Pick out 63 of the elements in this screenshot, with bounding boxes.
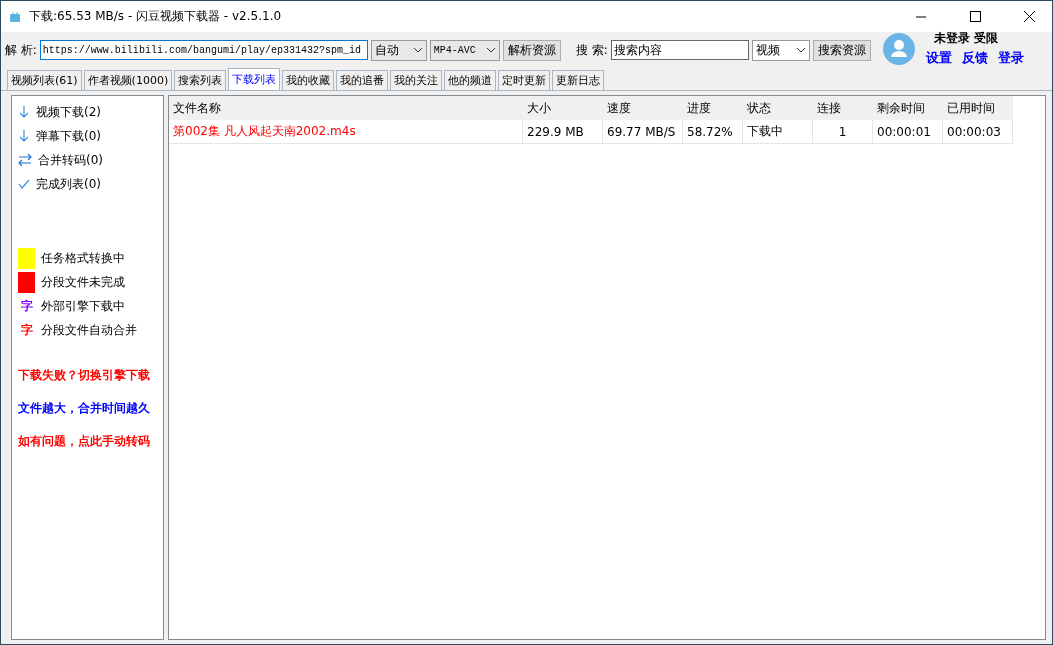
column-header[interactable]: 已用时间 (943, 96, 1013, 120)
legend-label: 分段文件未完成 (41, 273, 125, 291)
tab[interactable]: 他的频道 (444, 70, 497, 90)
sidebar-item[interactable]: 完成列表(0) (36, 175, 101, 193)
app-icon (9, 10, 21, 23)
legend-glyph: 字 (19, 297, 34, 315)
sidebar-item[interactable]: 合并转码(0) (38, 151, 103, 169)
tab[interactable]: 更新日志 (552, 70, 605, 90)
account-link[interactable]: 设置 (926, 49, 952, 67)
column-header[interactable]: 速度 (603, 96, 683, 120)
column-header[interactable]: 剩余时间 (873, 96, 943, 120)
tab[interactable]: 定时更新 (498, 70, 551, 90)
maximize-icon (969, 11, 981, 22)
down-arrow-icon (18, 105, 30, 119)
help-link[interactable]: 如有问题，点此手动转码 (18, 434, 150, 449)
sidebar-item[interactable]: 视频下载(2) (36, 103, 101, 121)
search-type-dropdown[interactable]: 视频 (751, 39, 810, 61)
down-arrow-icon (18, 129, 30, 143)
parse-label: 解 析: (5, 41, 37, 59)
table-cell: 58.72% (683, 120, 743, 144)
column-header[interactable]: 文件名称 (169, 96, 523, 120)
tab[interactable]: 我的关注 (390, 70, 443, 90)
table-cell: 第002集 凡人风起天南2002.m4s (169, 120, 523, 144)
legend-label: 分段文件自动合并 (41, 321, 137, 339)
column-header[interactable]: 大小 (523, 96, 603, 120)
column-header[interactable]: 进度 (683, 96, 743, 120)
column-header[interactable]: 状态 (743, 96, 813, 120)
close-icon (1023, 11, 1035, 22)
account-link[interactable]: 登录 (998, 49, 1024, 67)
tab[interactable]: 视频列表(61) (7, 70, 82, 90)
window-title: 下载:65.53 MB/s - 闪豆视频下载器 - v2.5.1.0 (29, 8, 283, 25)
sidebar-item[interactable]: 弹幕下载(0) (36, 127, 101, 145)
column-header[interactable]: 连接 (813, 96, 873, 120)
account-link[interactable]: 反馈 (962, 49, 988, 67)
help-link[interactable]: 文件越大，合并时间越久 (18, 401, 150, 416)
chevron-icon (412, 47, 423, 53)
table-cell: 69.77 MB/S (603, 120, 683, 144)
tab[interactable]: 我的追番 (336, 70, 389, 90)
check-icon (18, 178, 30, 190)
help-link[interactable]: 下载失败？切换引擎下载 (18, 368, 150, 383)
tab[interactable]: 下载列表 (228, 68, 281, 90)
legend-glyph: 字 (19, 321, 34, 339)
table-cell: 229.9 MB (523, 120, 603, 144)
table-cell: 下载中 (743, 120, 813, 144)
search-button[interactable]: 搜索资源 (812, 39, 871, 61)
legend-label: 任务格式转换中 (41, 249, 125, 267)
quality-dropdown[interactable]: 自动 (370, 39, 427, 61)
table-cell: 00:00:01 (873, 120, 943, 144)
table-cell: 00:00:03 (943, 120, 1013, 144)
chevron-icon (485, 47, 496, 53)
tab[interactable]: 搜索列表 (174, 70, 227, 90)
chevron-icon (795, 47, 806, 53)
url-field[interactable]: https://www.bilibili.com/bangumi/play/ep331432?spm_id (39, 40, 368, 60)
search-field[interactable]: 搜索内容 (610, 40, 749, 60)
table-cell: 1 (813, 120, 873, 144)
search-label: 搜 索: (575, 41, 608, 59)
legend-label: 外部引擎下载中 (41, 297, 125, 315)
format-dropdown[interactable]: MP4-AVC (429, 39, 500, 61)
tab[interactable]: 我的收藏 (282, 70, 335, 90)
parse-button[interactable]: 解析资源 (502, 39, 561, 61)
swap-arrows-icon (18, 153, 32, 167)
tab[interactable]: 作者视频(1000) (83, 70, 173, 90)
login-status: 未登录 受限 (933, 30, 1000, 47)
